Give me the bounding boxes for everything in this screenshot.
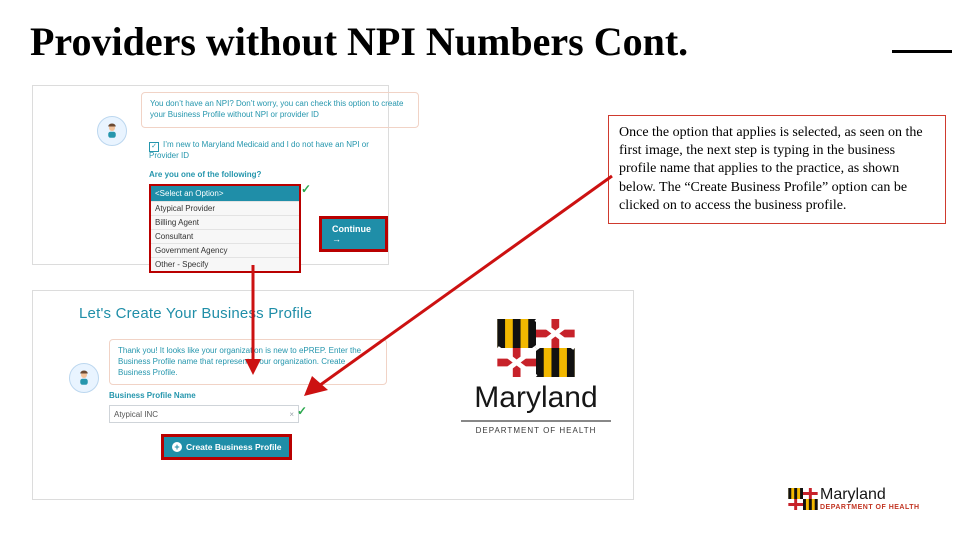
page-title: Providers without NPI Numbers Cont. — [30, 18, 688, 65]
business-name-label: Business Profile Name — [109, 391, 196, 400]
maryland-dept: DEPARTMENT OF HEALTH — [476, 426, 597, 435]
maryland-health-logo: Maryland DEPARTMENT OF HEALTH — [441, 319, 631, 479]
panel-select-option: You don’t have an NPI? Don’t worry, you … — [32, 85, 389, 265]
select-option[interactable]: Consultant — [151, 229, 299, 243]
npi-checkbox-row[interactable]: ✓I’m new to Maryland Medicaid and I do n… — [149, 140, 393, 161]
panel2-header: Let's Create Your Business Profile — [79, 305, 312, 322]
maryland-flag-icon — [788, 488, 818, 510]
select-placeholder[interactable]: <Select an Option> — [151, 186, 299, 201]
plus-icon: + — [172, 442, 182, 452]
valid-check-icon: ✓ — [301, 182, 311, 197]
panel-create-profile: Let's Create Your Business Profile Thank… — [32, 290, 634, 500]
checkbox-icon[interactable]: ✓ — [149, 142, 159, 152]
option-select[interactable]: <Select an Option> Atypical Provider Bil… — [149, 184, 301, 273]
footer-maryland-logo: Maryland DEPARTMENT OF HEALTH — [788, 486, 938, 511]
question-label: Are you one of the following? — [149, 170, 261, 179]
maryland-word: Maryland — [474, 381, 597, 415]
business-name-value: Atypical INC — [114, 410, 158, 419]
intro-bubble: You don’t have an NPI? Don’t worry, you … — [141, 92, 419, 128]
footer-word: Maryland — [820, 486, 920, 504]
select-option[interactable]: Other - Specify — [151, 257, 299, 271]
title-rule — [892, 50, 952, 53]
continue-button-highlight: Continue → — [319, 216, 388, 252]
select-option[interactable]: Atypical Provider — [151, 201, 299, 215]
continue-button[interactable]: Continue → — [322, 219, 385, 249]
create-profile-label: Create Business Profile — [186, 442, 281, 452]
valid-check-icon: ✓ — [297, 404, 307, 419]
logo-divider — [461, 420, 611, 422]
create-profile-button-highlight: + Create Business Profile — [161, 434, 292, 460]
create-profile-button[interactable]: + Create Business Profile — [164, 437, 289, 457]
maryland-flag-icon — [497, 319, 575, 377]
footer-dept: DEPARTMENT OF HEALTH — [820, 504, 920, 511]
select-option[interactable]: Billing Agent — [151, 215, 299, 229]
select-option[interactable]: Government Agency — [151, 243, 299, 257]
panel2-intro-bubble: Thank you! It looks like your organizati… — [109, 339, 387, 385]
checkbox-label: I’m new to Maryland Medicaid and I do no… — [149, 140, 369, 160]
clear-input-icon[interactable]: × — [289, 410, 294, 419]
assistant-avatar-icon — [69, 363, 99, 393]
assistant-avatar-icon — [97, 116, 127, 146]
business-name-input[interactable]: Atypical INC × — [109, 405, 299, 423]
explanation-note: Once the option that applies is selected… — [608, 115, 946, 224]
